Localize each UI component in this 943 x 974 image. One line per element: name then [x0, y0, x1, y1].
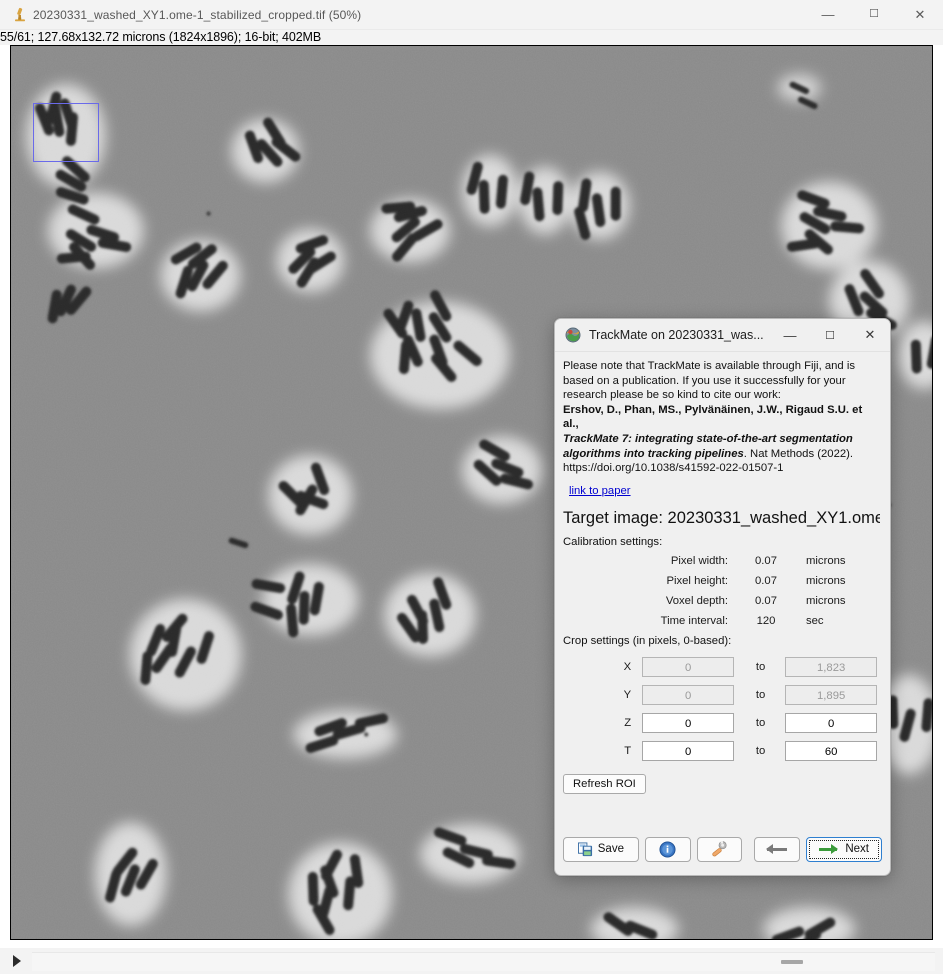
table-row: Pixel width: 0.07 microns	[563, 551, 880, 571]
dialog-title: TrackMate on 20230331_was...	[589, 328, 770, 342]
next-button[interactable]: Next	[806, 837, 882, 862]
crop-x-min-input[interactable]: 0	[642, 657, 734, 677]
crop-t-max-input[interactable]: 60	[785, 741, 877, 761]
window-close-button[interactable]: ✕	[897, 0, 943, 29]
dialog-minimize-button[interactable]: —	[770, 320, 810, 351]
image-info-status: 55/61; 127.68x132.72 microns (1824x1896)…	[0, 30, 943, 45]
voxel-depth-label: Voxel depth:	[563, 591, 740, 611]
crop-x-max-input[interactable]: 1,823	[785, 657, 877, 677]
pixel-height-value: 0.07	[740, 571, 792, 591]
roi-selection-rectangle[interactable]	[33, 103, 99, 162]
minimize-icon: —	[784, 328, 797, 343]
citation-intro: Please note that TrackMate is available …	[563, 360, 855, 401]
voxel-depth-unit: microns	[792, 591, 880, 611]
crop-y-to-label: to	[737, 684, 784, 706]
crop-axis-x-label: X	[563, 656, 641, 678]
save-button[interactable]: Save	[563, 837, 639, 862]
arrow-left-icon	[767, 848, 787, 851]
target-image-label: Target image: 20230331_washed_XY1.ome-1_…	[563, 509, 880, 528]
table-row: Voxel depth: 0.07 microns	[563, 591, 880, 611]
trackmate-globe-icon	[565, 327, 581, 343]
save-label: Save	[598, 843, 624, 855]
trackmate-dialog: TrackMate on 20230331_was... — ☐ ✕ Pleas…	[554, 318, 891, 876]
previous-button[interactable]	[754, 837, 800, 862]
time-interval-label: Time interval:	[563, 611, 740, 631]
crop-z-max-input[interactable]: 0	[785, 713, 877, 733]
table-row: T 0 to 60	[563, 740, 880, 762]
time-interval-value: 120	[740, 611, 792, 631]
dialog-close-button[interactable]: ✕	[850, 320, 890, 351]
time-interval-unit: sec	[792, 611, 880, 631]
crop-axis-y-label: Y	[563, 684, 641, 706]
save-disk-icon	[578, 842, 593, 857]
voxel-depth-value: 0.07	[740, 591, 792, 611]
dialog-titlebar: TrackMate on 20230331_was... — ☐ ✕	[555, 319, 890, 352]
crop-z-min-input[interactable]: 0	[642, 713, 734, 733]
crop-x-to-label: to	[737, 656, 784, 678]
maximize-icon: ☐	[869, 9, 879, 20]
crop-t-min-input[interactable]: 0	[642, 741, 734, 761]
window-titlebar: 20230331_washed_XY1.ome-1_stabilized_cro…	[0, 0, 943, 30]
info-circle-icon	[659, 841, 676, 858]
crop-y-max-input[interactable]: 1,895	[785, 685, 877, 705]
play-button[interactable]	[6, 950, 28, 972]
crop-axis-t-label: T	[563, 740, 641, 762]
close-icon: ✕	[865, 327, 876, 343]
table-row: Pixel height: 0.07 microns	[563, 571, 880, 591]
citation-journal: . Nat Methods (2022).	[744, 448, 853, 460]
pixel-height-unit: microns	[792, 571, 880, 591]
preferences-button[interactable]	[697, 837, 743, 862]
wrench-icon	[710, 840, 728, 858]
refresh-roi-button[interactable]: Refresh ROI	[563, 774, 646, 794]
pixel-width-label: Pixel width:	[563, 551, 740, 571]
frame-slider-bar	[0, 947, 943, 974]
crop-z-to-label: to	[737, 712, 784, 734]
dialog-body: Please note that TrackMate is available …	[555, 352, 890, 827]
window-minimize-button[interactable]: —	[805, 0, 851, 29]
play-triangle-icon	[13, 955, 21, 967]
table-row: Z 0 to 0	[563, 712, 880, 734]
crop-axis-z-label: Z	[563, 712, 641, 734]
next-label: Next	[845, 843, 869, 855]
citation-block: Please note that TrackMate is available …	[563, 359, 880, 476]
crop-settings-label: Crop settings (in pixels, 0-based):	[563, 635, 880, 647]
calibration-table: Pixel width: 0.07 microns Pixel height: …	[563, 551, 880, 631]
frame-slider-track[interactable]	[32, 952, 935, 971]
microscope-icon	[7, 7, 33, 23]
close-icon: ✕	[915, 8, 926, 21]
table-row: X 0 to 1,823	[563, 656, 880, 678]
crop-y-min-input[interactable]: 0	[642, 685, 734, 705]
crop-t-to-label: to	[737, 740, 784, 762]
dialog-footer: Save Next	[555, 827, 890, 875]
crop-table: X 0 to 1,823 Y 0 to 1,895 Z	[563, 650, 880, 768]
pixel-width-unit: microns	[792, 551, 880, 571]
info-button[interactable]	[645, 837, 691, 862]
citation-doi: https://doi.org/10.1038/s41592-022-01507…	[563, 462, 783, 474]
pixel-height-label: Pixel height:	[563, 571, 740, 591]
window-title: 20230331_washed_XY1.ome-1_stabilized_cro…	[33, 8, 361, 22]
table-row: Time interval: 120 sec	[563, 611, 880, 631]
maximize-icon: ☐	[825, 329, 835, 342]
frame-slider-thumb[interactable]	[781, 960, 803, 964]
arrow-right-icon	[819, 848, 837, 851]
citation-authors: Ershov, D., Phan, MS., Pylvänäinen, J.W.…	[563, 404, 862, 431]
link-to-paper[interactable]: link to paper	[569, 485, 631, 497]
minimize-icon: —	[822, 8, 835, 21]
dialog-maximize-button[interactable]: ☐	[810, 320, 850, 351]
pixel-width-value: 0.07	[740, 551, 792, 571]
window-maximize-button[interactable]: ☐	[851, 0, 897, 29]
table-row: Y 0 to 1,895	[563, 684, 880, 706]
calibration-settings-label: Calibration settings:	[563, 536, 880, 548]
